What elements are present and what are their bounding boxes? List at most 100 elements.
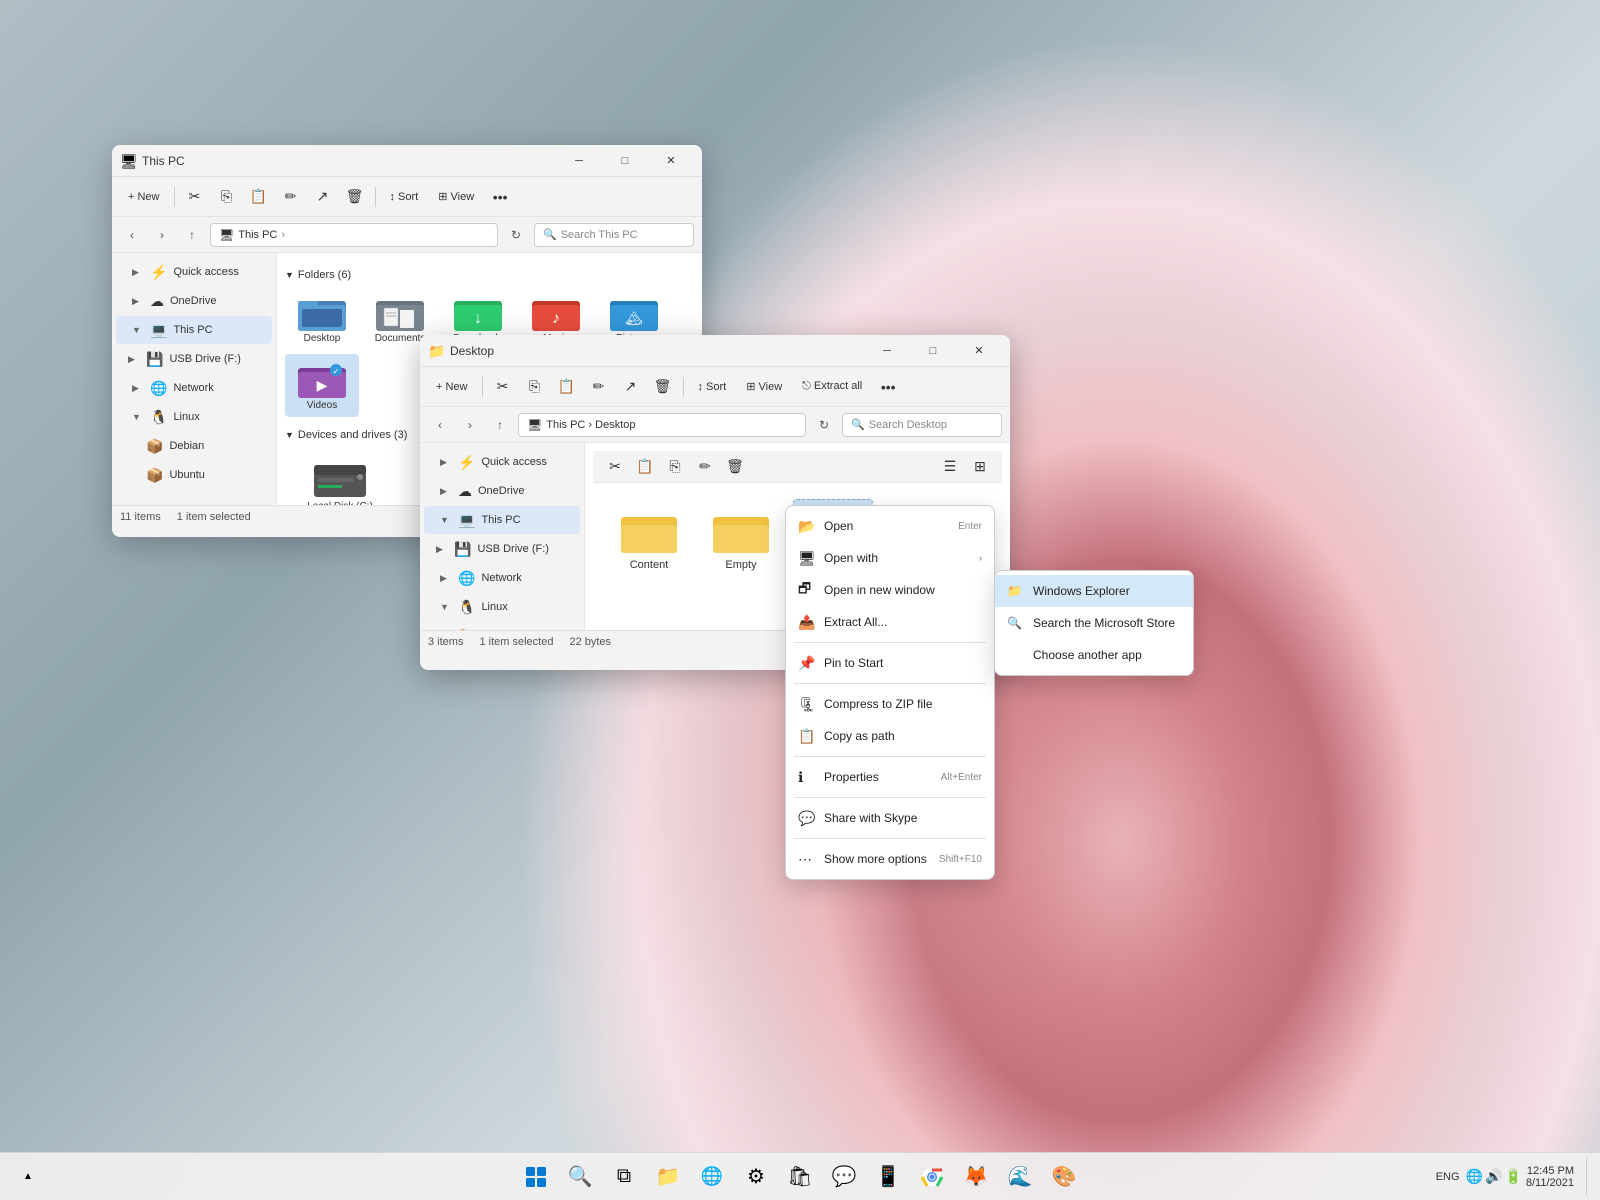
share-button-d[interactable]: ↗ bbox=[617, 373, 645, 401]
view-list[interactable]: ☰ bbox=[936, 453, 964, 481]
submenu-item-store[interactable]: 🔍 Search the Microsoft Store bbox=[995, 607, 1193, 639]
up-button-thispc[interactable]: ↑ bbox=[180, 223, 204, 247]
paste-button[interactable]: 📋 bbox=[245, 183, 273, 211]
ctx-skype[interactable]: 💬 Share with Skype bbox=[786, 802, 994, 834]
search-box-desktop[interactable]: 🔍 Search Desktop bbox=[842, 413, 1002, 437]
submenu-item-other[interactable]: Choose another app bbox=[995, 639, 1193, 671]
back-button-thispc[interactable]: ‹ bbox=[120, 223, 144, 247]
minimize-button-thispc[interactable]: ─ bbox=[556, 145, 602, 177]
section-folders[interactable]: ▼ Folders (6) bbox=[285, 269, 694, 281]
folder-desktop[interactable]: Desktop bbox=[285, 287, 359, 350]
show-desktop-button[interactable] bbox=[1586, 1157, 1592, 1197]
paste-button-d[interactable]: 📋 bbox=[553, 373, 581, 401]
taskbar-edge-button[interactable]: 🌐 bbox=[692, 1157, 732, 1197]
ctx-open[interactable]: 📂 Open Enter bbox=[786, 510, 994, 542]
sidebar-item-linux[interactable]: ▼ 🐧 Linux bbox=[116, 403, 272, 431]
share-button[interactable]: ↗ bbox=[309, 183, 337, 211]
sidebar-item-network-d[interactable]: ▶ 🌐 Network bbox=[424, 564, 580, 592]
close-button-desktop[interactable]: ✕ bbox=[956, 335, 1002, 367]
taskbar-taskview-button[interactable]: ⧉ bbox=[604, 1157, 644, 1197]
back-button-desktop[interactable]: ‹ bbox=[428, 413, 452, 437]
sidebar-item-network[interactable]: ▶ 🌐 Network bbox=[116, 374, 272, 402]
taskbar-settings-button[interactable]: ⚙ bbox=[736, 1157, 776, 1197]
sidebar-item-usbdrive-d[interactable]: ▶ 💾 USB Drive (F:) bbox=[424, 535, 580, 563]
ctx-pinstart[interactable]: 📌 Pin to Start bbox=[786, 647, 994, 679]
submenu-item-winexplorer[interactable]: 📁 Windows Explorer bbox=[995, 575, 1193, 607]
action-paste[interactable]: ⎘ bbox=[661, 453, 689, 481]
sidebar-item-quickaccess[interactable]: ▶ ⚡ Quick access bbox=[116, 258, 272, 286]
ctx-compress[interactable]: 🗜 Compress to ZIP file bbox=[786, 688, 994, 720]
extract-button-desktop[interactable]: ⎋ Extract all bbox=[794, 373, 870, 401]
view-button-thispc[interactable]: ⊞ View bbox=[430, 183, 482, 211]
copy-button-d[interactable]: ⎘ bbox=[521, 373, 549, 401]
taskbar-firefox-button[interactable]: 🦊 bbox=[956, 1157, 996, 1197]
folder-empty[interactable]: Empty bbox=[701, 499, 781, 581]
cut-button-d[interactable]: ✂ bbox=[489, 373, 517, 401]
maximize-button-desktop[interactable]: □ bbox=[910, 335, 956, 367]
new-button-desktop[interactable]: + New bbox=[428, 373, 476, 401]
ctx-newwindow[interactable]: 🗗 Open in new window bbox=[786, 574, 994, 606]
sidebar-item-onedrive[interactable]: ▶ ☁ OneDrive bbox=[116, 287, 272, 315]
taskbar-icon-chevron[interactable]: ▲ bbox=[8, 1157, 48, 1197]
sidebar-item-usbdrive[interactable]: ▶ 💾 USB Drive (F:) bbox=[116, 345, 272, 373]
forward-button-desktop[interactable]: › bbox=[458, 413, 482, 437]
taskbar-store-button[interactable]: 🛍 bbox=[780, 1157, 820, 1197]
folder-content[interactable]: Content bbox=[609, 499, 689, 581]
ctx-copypath[interactable]: 📋 Copy as path bbox=[786, 720, 994, 752]
ctx-openwith[interactable]: 🖥 Open with › 📁 Windows Explorer 🔍 Searc… bbox=[786, 542, 994, 574]
taskbar-skype-button[interactable]: 💬 bbox=[824, 1157, 864, 1197]
sidebar-item-debian[interactable]: 📦 Debian bbox=[116, 432, 272, 460]
sidebar-item-ubuntu[interactable]: 📦 Ubuntu bbox=[116, 461, 272, 489]
lang-indicator[interactable]: ENG bbox=[1436, 1171, 1460, 1183]
rename-button[interactable]: ✏ bbox=[277, 183, 305, 211]
refresh-button-desktop[interactable]: ↻ bbox=[812, 413, 836, 437]
taskbar-edge2-button[interactable]: 🌊 bbox=[1000, 1157, 1040, 1197]
start-button[interactable] bbox=[516, 1157, 556, 1197]
close-button-thispc[interactable]: ✕ bbox=[648, 145, 694, 177]
more-button-thispc[interactable]: ••• bbox=[486, 183, 514, 211]
view-icons[interactable]: ⊞ bbox=[966, 453, 994, 481]
delete-button[interactable]: 🗑 bbox=[341, 183, 369, 211]
taskbar-chrome-button[interactable] bbox=[912, 1157, 952, 1197]
maximize-button-thispc[interactable]: □ bbox=[602, 145, 648, 177]
refresh-button-thispc[interactable]: ↻ bbox=[504, 223, 528, 247]
sort-button-thispc[interactable]: ↕ Sort bbox=[382, 183, 427, 211]
action-delete[interactable]: 🗑 bbox=[721, 453, 749, 481]
ctx-moreoptions[interactable]: ⋯ Show more options Shift+F10 bbox=[786, 843, 994, 875]
taskbar-paint-button[interactable]: 🎨 bbox=[1044, 1157, 1084, 1197]
network-tray-icon[interactable]: 🌐 bbox=[1466, 1168, 1483, 1185]
minimize-button-desktop[interactable]: ─ bbox=[864, 335, 910, 367]
rename-button-d[interactable]: ✏ bbox=[585, 373, 613, 401]
view-button-desktop[interactable]: ⊞ View bbox=[738, 373, 790, 401]
ctx-properties[interactable]: ℹ Properties Alt+Enter bbox=[786, 761, 994, 793]
battery-tray-icon[interactable]: 🔋 bbox=[1504, 1168, 1521, 1185]
forward-button-thispc[interactable]: › bbox=[150, 223, 174, 247]
action-cut[interactable]: ✂ bbox=[601, 453, 629, 481]
search-box-thispc[interactable]: 🔍 Search This PC bbox=[534, 223, 694, 247]
address-box-desktop[interactable]: 🖥 This PC › Desktop bbox=[518, 413, 806, 437]
sidebar-item-onedrive-d[interactable]: ▶ ☁ OneDrive bbox=[424, 477, 580, 505]
cut-button[interactable]: ✂ bbox=[181, 183, 209, 211]
ctx-extract[interactable]: 📤 Extract All... bbox=[786, 606, 994, 638]
volume-tray-icon[interactable]: 🔊 bbox=[1485, 1168, 1502, 1185]
sidebar-item-thispc[interactable]: ▼ 💻 This PC bbox=[116, 316, 272, 344]
taskbar-clock[interactable]: 12:45 PM 8/11/2021 bbox=[1526, 1165, 1574, 1189]
sort-button-desktop[interactable]: ↕ Sort bbox=[690, 373, 735, 401]
action-rename[interactable]: ✏ bbox=[691, 453, 719, 481]
new-button-thispc[interactable]: + New bbox=[120, 183, 168, 211]
drive-c[interactable]: Local Disk (C:) bbox=[285, 447, 395, 505]
sidebar-item-quickaccess-d[interactable]: ▶ ⚡ Quick access bbox=[424, 448, 580, 476]
taskbar-explorer-button[interactable]: 📁 bbox=[648, 1157, 688, 1197]
delete-button-d[interactable]: 🗑 bbox=[649, 373, 677, 401]
up-button-desktop[interactable]: ↑ bbox=[488, 413, 512, 437]
action-copy[interactable]: 📋 bbox=[631, 453, 659, 481]
taskbar-phone-button[interactable]: 📱 bbox=[868, 1157, 908, 1197]
copy-button[interactable]: ⎘ bbox=[213, 183, 241, 211]
sidebar-item-linux-d[interactable]: ▼ 🐧 Linux bbox=[424, 593, 580, 621]
sidebar-item-debian-d[interactable]: 📦 Debian bbox=[424, 622, 580, 630]
taskbar-search-button[interactable]: 🔍 bbox=[560, 1157, 600, 1197]
more-button-desktop[interactable]: ••• bbox=[874, 373, 902, 401]
folder-videos[interactable]: ▶ ✓ Videos bbox=[285, 354, 359, 417]
sidebar-item-thispc-d[interactable]: ▼ 💻 This PC bbox=[424, 506, 580, 534]
address-box-thispc[interactable]: 🖥 This PC › bbox=[210, 223, 498, 247]
